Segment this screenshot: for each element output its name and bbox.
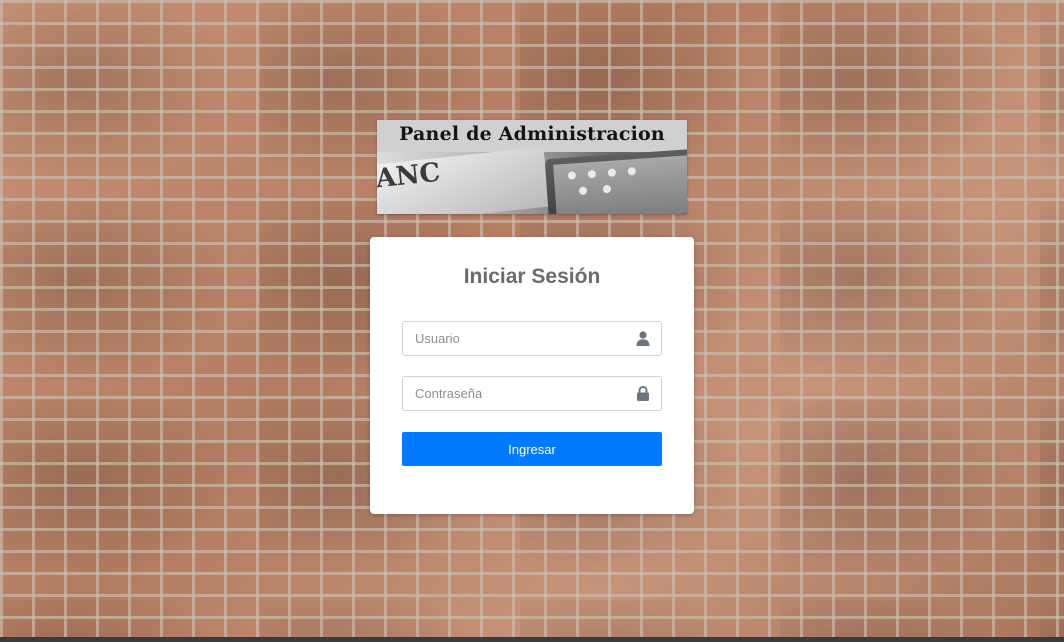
banner-newspaper-image: ANC — [377, 146, 687, 214]
tablet-app-dot — [627, 167, 637, 176]
tablet-app-dot — [587, 169, 597, 179]
tablet-app-dot — [607, 168, 617, 177]
login-heading: Iniciar Sesión — [463, 265, 601, 288]
user-icon — [636, 331, 650, 346]
tablet-app-dot — [567, 171, 577, 180]
banner-newspaper: ANC — [377, 146, 550, 214]
bottom-bar — [0, 637, 1064, 642]
admin-panel-banner: Panel de Administracion ANC — [377, 120, 687, 214]
banner-tablet — [544, 148, 687, 214]
banner-tablet-screen — [553, 155, 687, 214]
password-field — [402, 376, 662, 411]
login-submit-button[interactable]: Ingresar — [402, 432, 662, 466]
tablet-app-dot — [602, 184, 612, 194]
password-input[interactable] — [403, 377, 635, 410]
username-field — [402, 321, 662, 356]
login-card: Iniciar Sesión Ingresar — [370, 237, 694, 514]
tablet-app-dot — [578, 186, 588, 195]
login-page: { "banner": { "title": "Panel de Adminis… — [0, 0, 1064, 642]
lock-icon — [636, 385, 650, 401]
username-input[interactable] — [403, 322, 635, 355]
